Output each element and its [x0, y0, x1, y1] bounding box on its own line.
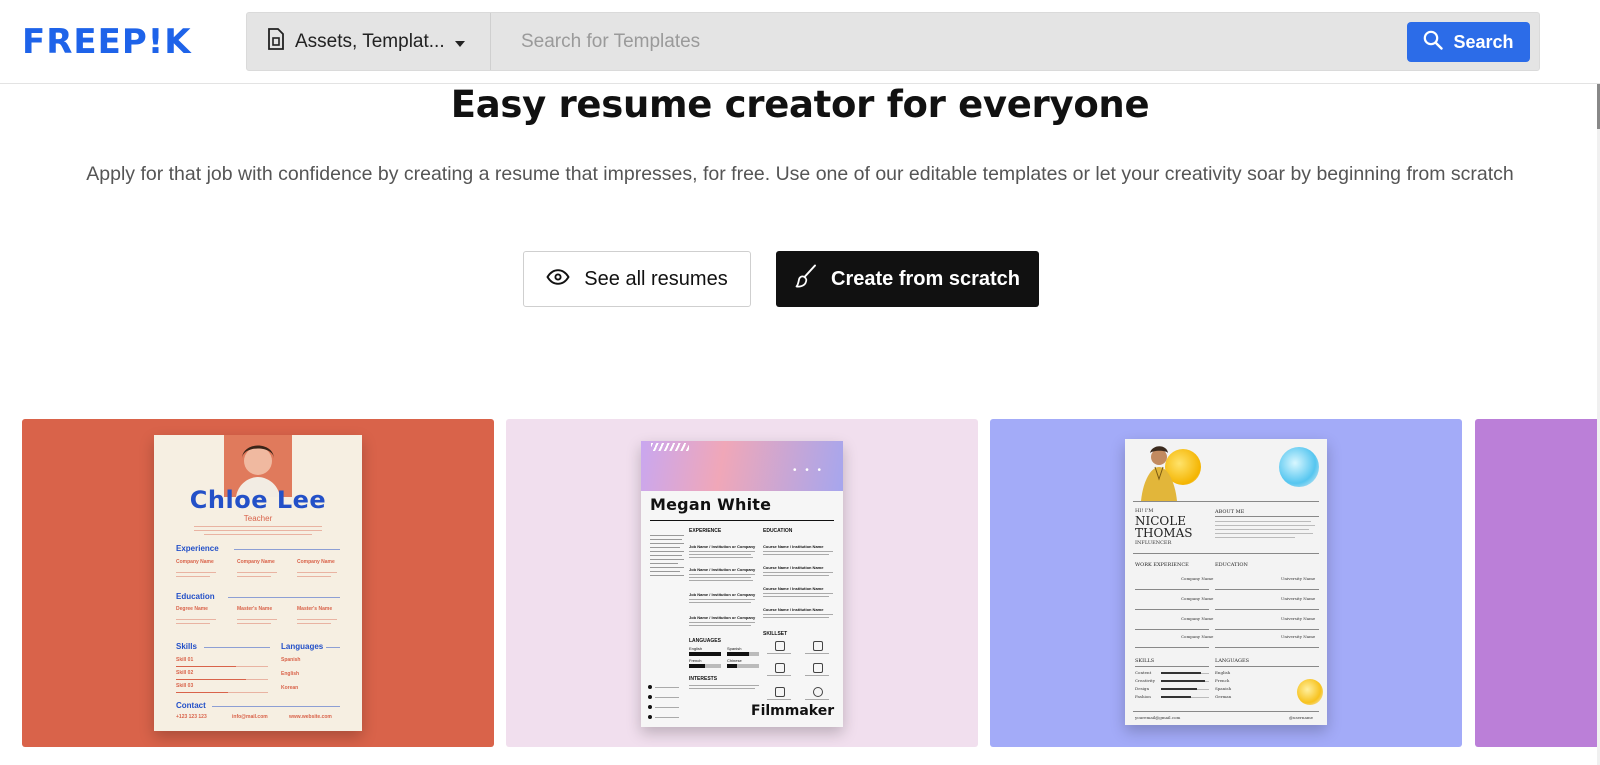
resume-name: Chloe Lee — [189, 486, 327, 514]
section-heading: EXPERIENCE — [689, 528, 722, 534]
university-label: University Name — [1281, 596, 1316, 601]
language-label: Spanish — [1215, 686, 1232, 691]
job-title: Company Name — [237, 559, 275, 565]
resume-name: Megan White — [650, 495, 772, 514]
section-heading: LANGUAGES — [1215, 658, 1250, 664]
asset-type-dropdown[interactable]: Assets, Templat... — [247, 13, 491, 70]
course-line: Course Name / Institution Name — [763, 565, 824, 570]
stripe-pattern — [651, 443, 689, 451]
degree-title: Master's Name — [237, 606, 273, 612]
language-label: Spanish — [281, 657, 301, 663]
section-heading: Experience — [176, 544, 219, 553]
company-label: Company Name — [1181, 576, 1214, 581]
section-heading: EDUCATION — [1215, 562, 1248, 568]
top-header: FREEP!K Assets, Templat... Search for Te… — [0, 0, 1600, 84]
skill-label: Skill 02 — [176, 670, 194, 676]
language-label: Korean — [281, 685, 299, 691]
degree-title: Degree Name — [176, 606, 208, 612]
company-label: Company Name — [1181, 634, 1214, 639]
page-title: Easy resume creator for everyone — [450, 83, 1150, 126]
job-line: Job Name / Institution or Company — [689, 567, 756, 572]
resume-preview: Chloe Lee Teacher Experience Company Nam… — [154, 435, 362, 731]
search-bar: Assets, Templat... Search — [246, 12, 1540, 71]
language-label: French — [1215, 678, 1230, 683]
section-heading: SKILLS — [1135, 658, 1155, 664]
skill-label: Creativity — [1135, 678, 1156, 683]
section-heading: INTERESTS — [689, 676, 718, 682]
search-icon — [1423, 30, 1444, 55]
company-label: Company Name — [1181, 596, 1214, 601]
company-label: Company Name — [1181, 616, 1214, 621]
search-button-label: Search — [1453, 31, 1514, 52]
contact-handle: @username — [1289, 715, 1314, 720]
language-label: English — [1215, 670, 1231, 675]
yellow-blob — [1297, 679, 1323, 705]
resume-template-card-partial[interactable] — [1475, 419, 1600, 747]
contact-phone: +123 123 123 — [176, 714, 207, 720]
section-heading: LANGUAGES — [689, 638, 721, 644]
resume-footer-role: Filmmaker — [751, 703, 835, 719]
section-heading: SKILLSET — [763, 631, 788, 637]
resume-role: Teacher — [243, 514, 273, 523]
resume-preview: • • • Megan White EXPERIENCE Job Name / … — [641, 441, 843, 727]
dots-decoration: • • • — [793, 465, 825, 476]
job-line: Job Name / Institution or Company — [689, 615, 756, 620]
section-heading: Languages — [281, 642, 324, 651]
skill-label: Fashion — [1135, 694, 1151, 699]
course-line: Course Name / Institution Name — [763, 607, 824, 612]
course-line: Course Name / Institution Name — [763, 586, 824, 591]
skill-label: Design — [1135, 686, 1150, 691]
university-label: University Name — [1281, 616, 1316, 621]
asset-type-label: Assets, Templat... — [295, 30, 445, 52]
see-all-resumes-button[interactable]: See all resumes — [523, 251, 751, 307]
skill-label: Skill 01 — [176, 657, 194, 663]
contact-email: youremail@gmail.com — [1135, 715, 1181, 720]
resume-last-name: THOMAS — [1135, 526, 1193, 540]
eye-icon — [546, 268, 570, 291]
job-line: Job Name / Institution or Company — [689, 592, 756, 597]
contact-email: info@mail.com — [232, 714, 268, 720]
create-from-scratch-label: Create from scratch — [831, 267, 1020, 290]
search-input[interactable] — [501, 23, 1441, 60]
freepik-logo[interactable]: FREEP!K — [22, 24, 192, 60]
profile-photo — [1135, 443, 1185, 501]
page-subtitle: Apply for that job with confidence by cr… — [86, 163, 1514, 185]
university-label: University Name — [1281, 576, 1316, 581]
section-heading: EDUCATION — [763, 528, 793, 534]
cyan-blob — [1279, 447, 1319, 487]
resume-template-card-megan-white[interactable]: • • • Megan White EXPERIENCE Job Name / … — [506, 419, 978, 747]
university-label: University Name — [1281, 634, 1316, 639]
section-heading: ABOUT ME — [1215, 509, 1245, 515]
search-button[interactable]: Search — [1407, 22, 1530, 62]
create-from-scratch-button[interactable]: Create from scratch — [776, 251, 1039, 307]
resume-template-card-chloe-lee[interactable]: Chloe Lee Teacher Experience Company Nam… — [22, 419, 494, 747]
section-heading: Skills — [176, 642, 197, 651]
skill-label: Skill 03 — [176, 683, 194, 689]
job-title: Company Name — [297, 559, 335, 565]
resume-role: INFLUENCER — [1135, 540, 1172, 546]
section-heading: WORK EXPERIENCE — [1135, 562, 1189, 568]
section-heading: Education — [176, 592, 215, 601]
job-title: Company Name — [176, 559, 214, 565]
chevron-down-icon — [454, 31, 465, 53]
skill-label: Content — [1135, 670, 1152, 675]
section-heading: Contact — [176, 701, 206, 710]
paintbrush-icon — [795, 264, 817, 294]
job-line: Job Name / Institution or Company — [689, 544, 756, 549]
course-line: Course Name / Institution Name — [763, 544, 824, 549]
contact-website: www.website.com — [289, 714, 332, 720]
language-label: English — [281, 671, 300, 677]
degree-title: Master's Name — [297, 606, 333, 612]
template-file-icon — [267, 27, 285, 56]
resume-template-card-nicole-thomas[interactable]: HI! I'M NICOLE THOMAS INFLUENCER ABOUT M… — [990, 419, 1462, 747]
language-label: German — [1215, 694, 1232, 699]
see-all-resumes-label: See all resumes — [584, 267, 728, 290]
resume-preview: HI! I'M NICOLE THOMAS INFLUENCER ABOUT M… — [1125, 439, 1327, 725]
